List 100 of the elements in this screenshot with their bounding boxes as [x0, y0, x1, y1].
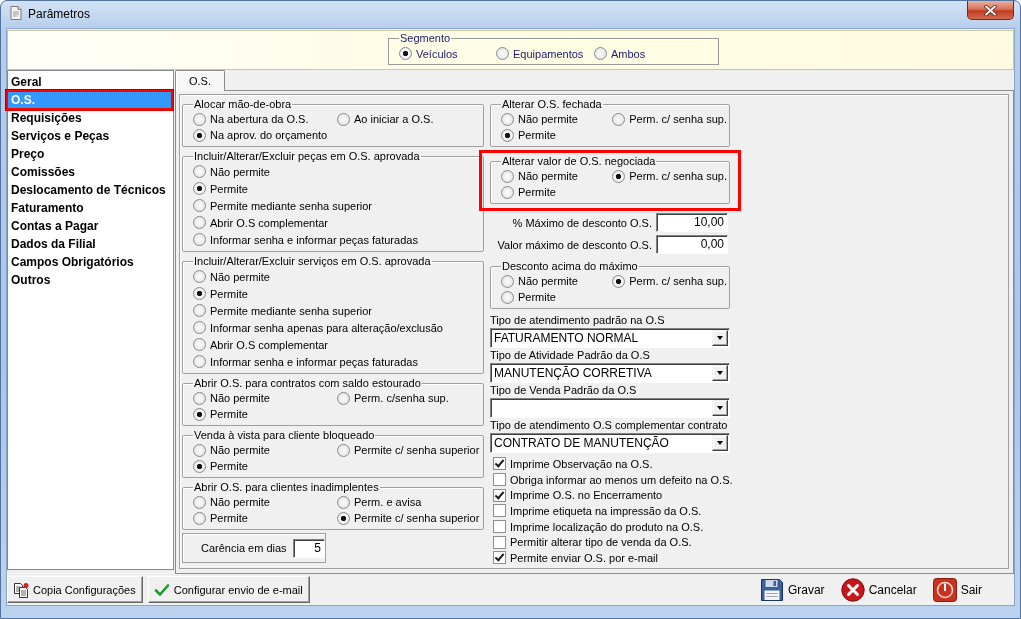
- radio-button[interactable]: [496, 47, 509, 60]
- sidebar-item[interactable]: Deslocamento de Técnicos: [8, 181, 173, 199]
- radio-button[interactable]: [501, 169, 514, 183]
- exit-button[interactable]: Sair: [930, 577, 984, 602]
- sidebar-item[interactable]: Geral: [8, 73, 173, 91]
- radio-button[interactable]: [193, 165, 206, 178]
- radio-label: Permite: [210, 460, 248, 472]
- dropdown[interactable]: MANUTENÇÃO CORRETIVA: [490, 363, 730, 383]
- radio-button[interactable]: [193, 270, 206, 283]
- dropdown-button[interactable]: [712, 365, 728, 381]
- radio-label: Ambos: [611, 47, 646, 60]
- radio-button[interactable]: [501, 128, 514, 142]
- radio-button[interactable]: [193, 199, 206, 212]
- radio-label: Não permite: [210, 496, 270, 508]
- radio-button[interactable]: [612, 274, 626, 288]
- input-field[interactable]: 0,00: [656, 235, 728, 254]
- sidebar-item[interactable]: Campos Obrigatórios: [8, 253, 173, 271]
- close-button[interactable]: [967, 1, 1014, 20]
- radio-button[interactable]: [193, 182, 206, 195]
- radio-button[interactable]: [193, 216, 206, 229]
- save-button[interactable]: Gravar: [757, 577, 827, 602]
- radio-label: Na aprov. do orçamento: [210, 129, 328, 141]
- field-label: Tipo de atendimento padrão na O.S: [490, 314, 666, 326]
- radio-button[interactable]: [193, 112, 206, 126]
- checkbox[interactable]: [493, 520, 506, 534]
- group-title: Venda à vista para cliente bloqueado: [193, 429, 376, 442]
- radio-button[interactable]: [193, 391, 206, 405]
- checkbox-label: Obriga informar ao menos um defeito na O.S.: [510, 473, 733, 486]
- tab[interactable]: O.S.: [175, 70, 225, 91]
- radio-button[interactable]: [337, 112, 350, 126]
- radio-button[interactable]: [193, 407, 206, 421]
- dropdown-button[interactable]: [712, 330, 728, 346]
- checkbox-label: Permite enviar O.S. por e-mail: [510, 551, 658, 564]
- field-label: Tipo de Atividade Padrão da O.S: [490, 349, 651, 361]
- radio-button[interactable]: [399, 47, 412, 60]
- radio-button[interactable]: [612, 112, 626, 126]
- checkbox-label: Imprime O.S. no Encerramento: [510, 489, 663, 502]
- field-label: Valor máximo de desconto O.S.: [497, 238, 652, 251]
- sidebar-item[interactable]: Faturamento: [8, 199, 173, 217]
- radio-label: Não permite: [518, 113, 578, 125]
- radio-button[interactable]: [193, 459, 206, 473]
- copy-settings-button[interactable]: Copia Configurações: [7, 576, 143, 603]
- sidebar-item[interactable]: Serviços e Peças: [8, 127, 173, 145]
- radio-button[interactable]: [193, 338, 206, 351]
- dropdown-button[interactable]: [712, 435, 728, 451]
- radio-button[interactable]: [337, 511, 350, 525]
- dropdown-button[interactable]: [712, 400, 728, 416]
- radio-button[interactable]: [501, 290, 514, 304]
- radio-button[interactable]: [193, 495, 206, 509]
- group-title: Alterar valor de O.S. negociada: [501, 155, 657, 168]
- checkbox-label: Imprime Observação na O.S.: [510, 457, 653, 470]
- caret-icon: [717, 441, 723, 445]
- document-icon: [8, 5, 24, 21]
- radio-label: Abrir O.S complementar: [210, 338, 328, 351]
- checkbox[interactable]: [493, 488, 506, 502]
- sidebar-item[interactable]: Outros: [8, 271, 173, 289]
- checkbox[interactable]: [493, 551, 506, 565]
- checkbox[interactable]: [493, 457, 506, 471]
- sidebar-item[interactable]: Dados da Filial: [8, 235, 173, 253]
- radio-button[interactable]: [193, 233, 206, 246]
- dropdown[interactable]: FATURAMENTO NORMAL: [490, 328, 730, 348]
- input-field[interactable]: 5: [292, 538, 325, 558]
- email-setup-button[interactable]: Configurar envio de e-mail: [147, 576, 310, 603]
- radio-button[interactable]: [193, 443, 206, 457]
- radio-button[interactable]: [193, 304, 206, 317]
- radio-button[interactable]: [193, 511, 206, 525]
- radio-button[interactable]: [612, 169, 626, 183]
- dropdown[interactable]: [490, 398, 730, 418]
- checkbox[interactable]: [493, 473, 506, 487]
- radio-button[interactable]: [193, 128, 206, 142]
- radio-button[interactable]: [337, 391, 350, 405]
- sidebar-item[interactable]: Preço: [8, 145, 173, 163]
- radio-label: Permite mediante senha superior: [210, 304, 373, 317]
- radio-button[interactable]: [193, 321, 206, 334]
- radio-label: Permite: [210, 512, 248, 524]
- radio-label: Permite c/ senha superior: [354, 512, 480, 524]
- input-field[interactable]: 10,00: [656, 213, 728, 232]
- radio-button[interactable]: [337, 443, 350, 457]
- radio-button[interactable]: [193, 355, 206, 368]
- dropdown[interactable]: CONTRATO DE MANUTENÇÃO: [490, 433, 730, 453]
- cancel-button[interactable]: Cancelar: [838, 577, 919, 602]
- field-label: Carência em dias: [201, 542, 287, 554]
- window-title: Parâmetros: [28, 7, 91, 21]
- radio-label: Permite c/ senha superior: [354, 444, 480, 456]
- sidebar-item[interactable]: Requisições: [8, 109, 173, 127]
- radio-label: Não permite: [210, 165, 270, 178]
- radio-button[interactable]: [501, 274, 514, 288]
- radio-label: Perm. c/ senha sup.: [629, 275, 727, 287]
- field-label: % Máximo de desconto O.S.: [512, 216, 652, 229]
- sidebar-item[interactable]: Comissões: [8, 163, 173, 181]
- checkbox[interactable]: [493, 535, 506, 549]
- radio-button[interactable]: [594, 47, 607, 60]
- radio-button[interactable]: [501, 112, 514, 126]
- radio-button[interactable]: [337, 495, 350, 509]
- radio-label: Veículos: [416, 47, 458, 60]
- radio-button[interactable]: [193, 287, 206, 300]
- documents-icon: [13, 581, 29, 598]
- sidebar-item[interactable]: Contas a Pagar: [8, 217, 173, 235]
- checkbox[interactable]: [493, 504, 506, 518]
- radio-button[interactable]: [501, 185, 514, 199]
